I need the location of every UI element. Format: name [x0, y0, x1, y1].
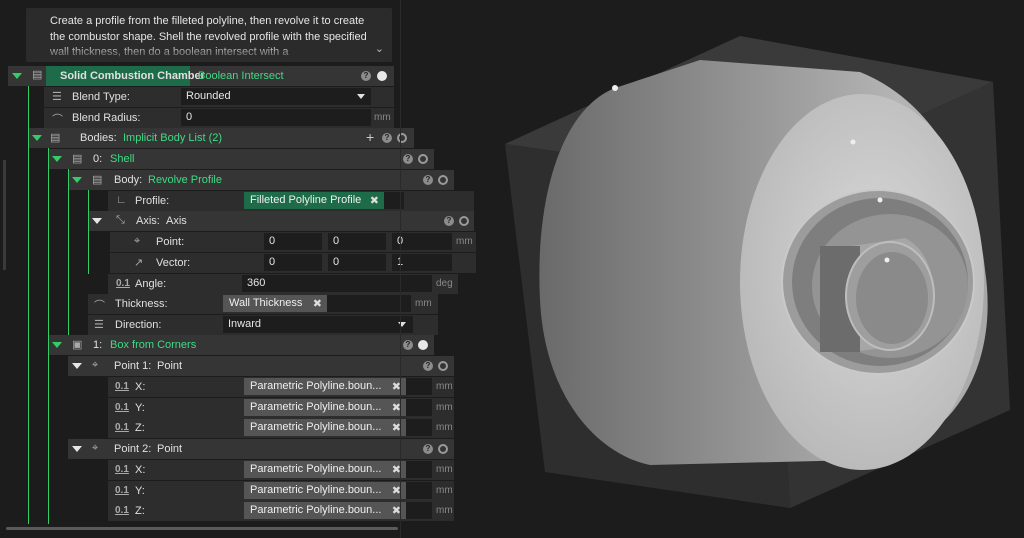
vertex-marker[interactable]	[850, 139, 856, 145]
cylinder-body	[539, 60, 988, 470]
3d-viewport[interactable]	[0, 0, 1024, 538]
vertex-marker[interactable]	[612, 85, 618, 91]
vertex-marker[interactable]	[884, 257, 890, 263]
vertex-marker[interactable]	[877, 197, 883, 203]
inner-tube-bore	[856, 252, 928, 344]
